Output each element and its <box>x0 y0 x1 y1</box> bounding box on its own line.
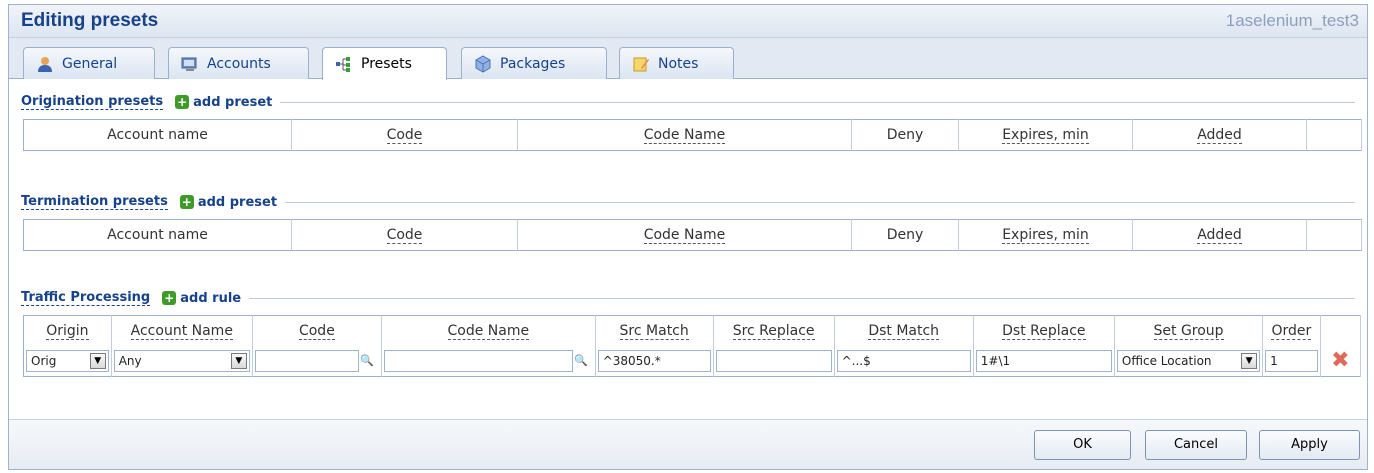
divider <box>249 297 1355 299</box>
tab-presets-label: Presets <box>361 56 412 72</box>
code-input[interactable]: 🔍 <box>254 350 374 373</box>
column-header: Account name <box>23 119 292 151</box>
dialog-footer: OK Cancel Apply <box>9 419 1367 469</box>
termination-presets-table: Account name Code Code Name Deny Expires… <box>23 219 1362 251</box>
column-header[interactable]: Code <box>252 315 382 347</box>
column-header[interactable]: Origin <box>23 315 112 347</box>
column-header[interactable]: Added <box>1132 119 1307 151</box>
tab-packages[interactable]: Packages <box>461 47 607 79</box>
presets-icon <box>335 55 353 73</box>
tab-notes-label: Notes <box>658 55 699 72</box>
traffic-toggle[interactable]: Traffic Processing <box>21 290 151 306</box>
code-name-input[interactable]: 🔍 <box>383 350 588 373</box>
column-header[interactable]: Dst Match <box>834 315 974 347</box>
table-row: Orig ▼ Any ▼ 🔍 🔍 ^38050.* ^...$ 1#\1 Offic… <box>23 346 1362 377</box>
column-header[interactable]: Code Name <box>381 315 596 347</box>
origin-select[interactable]: Orig ▼ <box>26 350 109 373</box>
traffic-rules-table: Origin Account Name Code Code Name Src M… <box>23 315 1362 377</box>
column-header[interactable]: Src Match <box>595 315 714 347</box>
origination-toggle[interactable]: Origination presets <box>21 94 164 110</box>
column-header[interactable]: Src Replace <box>713 315 835 347</box>
divider <box>280 101 1355 103</box>
user-icon <box>36 55 54 73</box>
chevron-down-icon[interactable]: ▼ <box>1241 353 1258 370</box>
column-header[interactable]: Dst Replace <box>973 315 1115 347</box>
column-header[interactable]: Order <box>1262 315 1321 347</box>
apply-button[interactable]: Apply <box>1259 430 1360 460</box>
column-header[interactable]: Code Name <box>517 119 852 151</box>
plus-icon: + <box>162 291 177 305</box>
add-termination-preset-button[interactable]: + add preset <box>179 194 278 210</box>
src-replace-input[interactable] <box>715 350 832 373</box>
accounts-icon <box>181 55 199 73</box>
divider <box>285 201 1355 203</box>
window-titlebar: Editing presets 1aselenium_test3 <box>9 5 1367 38</box>
column-header[interactable]: Code Name <box>517 219 852 251</box>
table-header-row: Account name Code Code Name Deny Expires… <box>23 219 1362 251</box>
tab-packages-label: Packages <box>500 55 566 72</box>
add-rule-button[interactable]: + add rule <box>162 291 241 306</box>
column-header: Deny <box>851 119 959 151</box>
tab-notes[interactable]: Notes <box>619 47 734 79</box>
plus-icon: + <box>175 95 190 109</box>
table-header-row: Account name Code Code Name Deny Expires… <box>23 119 1362 151</box>
column-header[interactable]: Expires, min <box>958 219 1133 251</box>
plus-icon: + <box>179 195 194 209</box>
tab-general-label: General <box>62 55 118 72</box>
termination-section-header: Termination presets + add preset <box>21 193 1355 211</box>
src-match-input[interactable]: ^38050.* <box>597 350 711 373</box>
column-header[interactable]: Account Name <box>111 315 253 347</box>
column-header[interactable]: Code <box>291 119 518 151</box>
dst-replace-input[interactable]: 1#\1 <box>975 350 1112 373</box>
notes-icon <box>632 55 650 73</box>
account-name-label: 1aselenium_test3 <box>1225 11 1359 30</box>
column-header[interactable]: Added <box>1132 219 1307 251</box>
window-title: Editing presets <box>21 10 159 31</box>
cancel-button[interactable]: Cancel <box>1145 430 1247 460</box>
tab-general[interactable]: General <box>23 47 155 79</box>
column-header[interactable]: Expires, min <box>958 119 1133 151</box>
account-name-select[interactable]: Any ▼ <box>113 350 250 373</box>
add-rule-label: add rule <box>180 290 242 306</box>
ok-button[interactable]: OK <box>1034 430 1131 460</box>
column-header: Deny <box>851 219 959 251</box>
table-header-row: Origin Account Name Code Code Name Src M… <box>23 315 1362 347</box>
order-input[interactable]: 1 <box>1265 350 1318 373</box>
traffic-section-header: Traffic Processing + add rule <box>21 289 1355 307</box>
chevron-down-icon[interactable]: ▼ <box>89 353 106 370</box>
origination-presets-table: Account name Code Code Name Deny Expires… <box>23 119 1362 151</box>
termination-toggle[interactable]: Termination presets <box>21 194 168 210</box>
add-origination-preset-button[interactable]: + add preset <box>175 95 272 110</box>
chevron-down-icon[interactable]: ▼ <box>230 353 247 370</box>
search-icon[interactable]: 🔍 <box>574 354 588 367</box>
tab-strip: General Accounts Presets Packages Notes <box>9 38 1367 80</box>
delete-icon[interactable]: ✖ <box>1323 350 1358 372</box>
dst-match-input[interactable]: ^...$ <box>836 350 971 373</box>
edit-presets-window: Editing presets 1aselenium_test3 General… <box>8 4 1368 470</box>
column-header[interactable]: Set Group <box>1114 315 1264 347</box>
add-origination-preset-label: add preset <box>193 94 273 110</box>
column-header-empty <box>1306 119 1362 151</box>
tab-accounts-label: Accounts <box>207 55 271 72</box>
column-header-empty <box>1320 315 1362 347</box>
column-header-empty <box>1306 219 1362 251</box>
package-icon <box>474 54 492 73</box>
origination-section-header: Origination presets + add preset <box>21 93 1355 111</box>
set-group-select[interactable]: Office Location ▼ <box>1116 350 1261 373</box>
column-header: Account name <box>23 219 292 251</box>
tab-accounts[interactable]: Accounts <box>168 47 309 79</box>
search-icon[interactable]: 🔍 <box>360 354 374 367</box>
column-header[interactable]: Code <box>291 219 518 251</box>
presets-panel: Origination presets + add preset Account… <box>9 79 1367 424</box>
add-termination-preset-label: add preset <box>197 194 278 210</box>
tab-presets[interactable]: Presets <box>322 47 447 80</box>
